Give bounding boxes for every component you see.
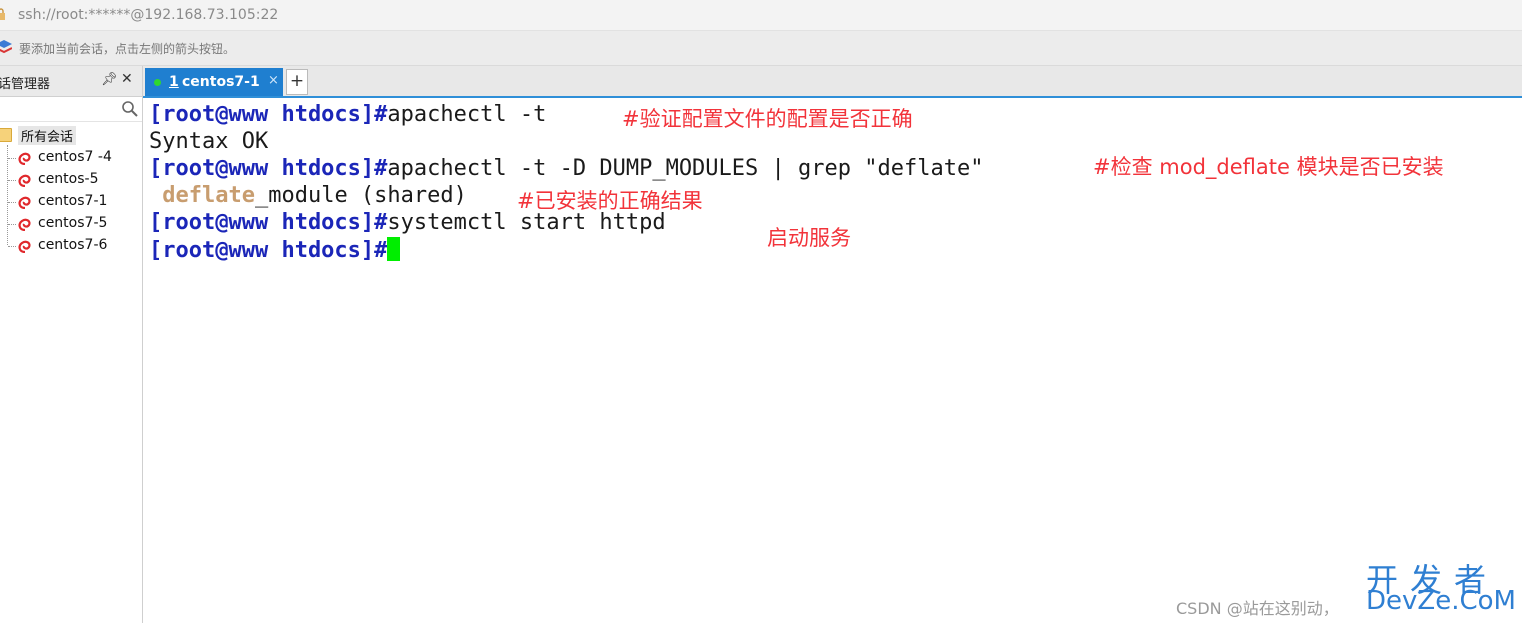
session-label: centos-5 <box>38 171 99 187</box>
session-swirl-icon <box>18 240 31 253</box>
all-sessions-label: 所有会话 <box>18 126 77 145</box>
add-session-arrow-icon[interactable] <box>0 40 12 54</box>
annotation-check-deflate: #检查 mod_deflate 模块是否已安装 <box>1093 155 1444 179</box>
lock-icon <box>0 8 5 20</box>
pin-icon[interactable]: 📌︎ <box>101 72 118 87</box>
terminal-line: [root@www htdocs]# <box>149 237 401 264</box>
session-label: centos7-5 <box>38 215 108 231</box>
terminal-line: Syntax OK <box>149 129 268 155</box>
session-label: centos7-1 <box>38 193 108 209</box>
tab-bar: 1 centos7-1 × + <box>143 66 1522 98</box>
search-icon[interactable] <box>121 100 139 118</box>
hint-text: 要添加当前会话，点击左侧的箭头按钮。 <box>19 42 236 56</box>
terminal-line: [root@www htdocs]#apachectl -t -D DUMP_M… <box>149 156 983 182</box>
terminal[interactable]: [root@www htdocs]#apachectl -t Syntax OK… <box>143 98 1522 623</box>
command-text: apachectl -t <box>387 102 547 127</box>
tab-centos7-1[interactable]: 1 centos7-1 × <box>145 68 283 96</box>
terminal-line: [root@www htdocs]#apachectl -t <box>149 102 546 128</box>
command-text: apachectl -t -D DUMP_MODULES | grep "def… <box>387 156 984 181</box>
output-text: _module (shared) <box>254 183 467 208</box>
shell-prompt: [root@www htdocs]# <box>149 102 388 127</box>
ssh-url[interactable]: ssh://root:******@192.168.73.105:22 <box>18 7 278 23</box>
all-sessions-folder[interactable]: 所有会话 <box>0 125 140 145</box>
session-item[interactable]: centos7-6 <box>0 235 140 257</box>
annotation-verify-config: #验证配置文件的配置是否正确 <box>622 107 913 131</box>
session-swirl-icon <box>18 174 31 187</box>
folder-icon <box>0 128 12 142</box>
terminal-cursor <box>387 237 401 261</box>
session-swirl-icon <box>18 152 31 165</box>
session-item[interactable]: centos7-5 <box>0 213 140 235</box>
address-bar: ssh://root:******@192.168.73.105:22 <box>0 0 1522 31</box>
session-item[interactable]: centos-5 <box>0 169 140 191</box>
session-swirl-icon <box>18 196 31 209</box>
tab-close-icon[interactable]: × <box>268 73 279 88</box>
grep-match-highlight: deflate <box>162 183 255 208</box>
session-manager-panel: 所有会话 centos7 -4 centos-5 centos7-1 cento… <box>0 97 143 623</box>
session-item[interactable]: centos7 -4 <box>0 147 140 169</box>
session-label: centos7-6 <box>38 237 108 253</box>
annotation-start-service: 启动服务 <box>767 226 851 250</box>
tab-number: 1 <box>169 74 179 90</box>
annotation-installed-result: #已安装的正确结果 <box>517 189 703 213</box>
shell-prompt: [root@www htdocs]# <box>149 156 388 181</box>
output-text: Syntax OK <box>149 129 269 154</box>
csdn-watermark: CSDN @站在这别动， <box>1176 599 1339 618</box>
session-item[interactable]: centos7-1 <box>0 191 140 213</box>
shell-prompt: [root@www htdocs]# <box>149 238 388 263</box>
session-manager-title: 话管理器 <box>0 77 51 92</box>
tab-name: centos7-1 <box>182 74 260 90</box>
session-label: centos7 -4 <box>38 149 112 165</box>
add-tab-button[interactable]: + <box>286 69 308 95</box>
terminal-line: deflate_module (shared) <box>149 183 467 209</box>
connected-status-icon <box>154 79 161 86</box>
session-swirl-icon <box>18 218 31 231</box>
hint-bar: 要添加当前会话，点击左侧的箭头按钮。 <box>0 31 1522 66</box>
close-icon[interactable]: ✕ <box>121 71 133 87</box>
session-search-row[interactable] <box>0 97 142 122</box>
devze-watermark-bottom: DevZe.CoM <box>1366 586 1516 616</box>
session-manager-header: 话管理器 📌︎ ✕ <box>0 66 143 97</box>
shell-prompt: [root@www htdocs]# <box>149 210 388 235</box>
